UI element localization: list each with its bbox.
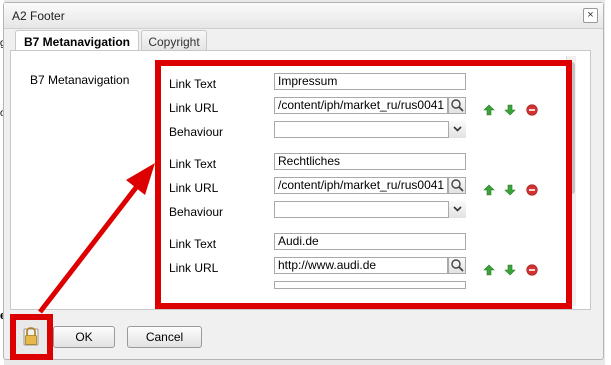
dialog-titlebar[interactable]: A2 Footer × — [4, 3, 603, 29]
lock-icon — [23, 327, 39, 346]
dialog-title: A2 Footer — [12, 9, 65, 23]
section-label: B7 Metanavigation — [30, 73, 130, 87]
close-button[interactable]: × — [583, 8, 598, 23]
cancel-button[interactable]: Cancel — [127, 326, 202, 348]
ok-button[interactable]: OK — [53, 326, 115, 348]
highlight-box — [155, 60, 572, 309]
tab-copyright[interactable]: Copyright — [141, 30, 207, 51]
lock-button-highlight[interactable] — [10, 314, 53, 360]
close-icon: × — [587, 9, 594, 21]
background-page-right — [605, 0, 611, 365]
tab-b7-metanavigation[interactable]: B7 Metanavigation — [15, 30, 139, 52]
